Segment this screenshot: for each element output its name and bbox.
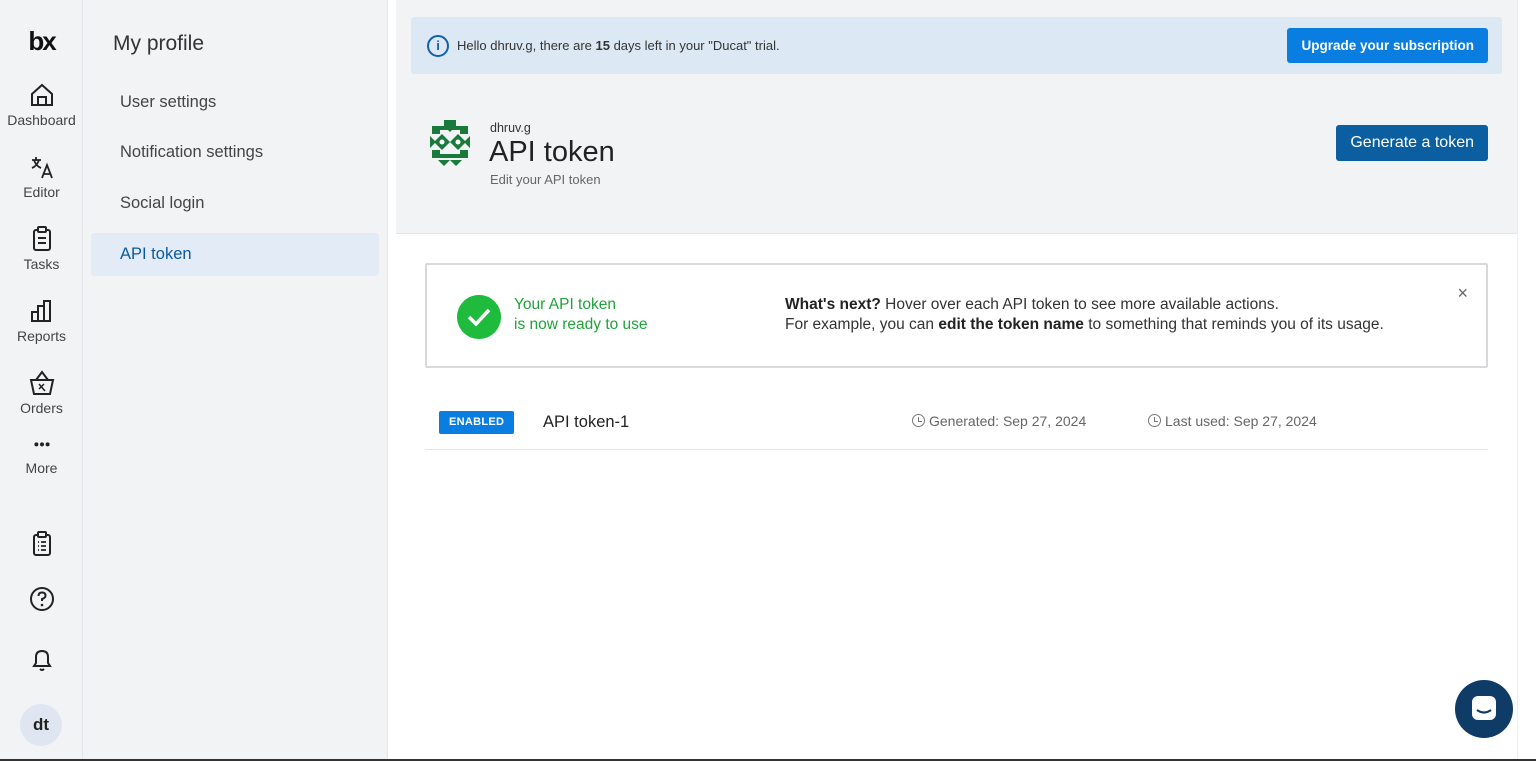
clock-icon [1148, 414, 1161, 427]
ready-message: Your API token is now ready to use [514, 295, 648, 335]
rail-item-reports[interactable]: Reports [0, 296, 83, 344]
clock-icon [912, 414, 925, 427]
sidebar-item-social-login[interactable]: Social login [91, 182, 379, 225]
trial-suffix: days left in your "Ducat" trial. [609, 38, 780, 53]
trial-days: 15 [595, 38, 610, 53]
upgrade-subscription-button[interactable]: Upgrade your subscription [1287, 28, 1488, 63]
rail-item-label: Reports [16, 328, 67, 344]
app-logo[interactable]: bx [0, 26, 83, 57]
sidebar-title: My profile [113, 32, 205, 55]
translate-icon [31, 157, 53, 179]
rail-item-label: More [25, 460, 58, 476]
ready-line-1: Your API token [514, 296, 616, 313]
home-icon [30, 83, 53, 106]
bell-icon [31, 649, 52, 671]
info-icon: i [427, 35, 449, 57]
rail-item-editor[interactable]: Editor [0, 152, 83, 200]
token-name[interactable]: API token-1 [543, 413, 629, 432]
page-subtitle: Edit your API token [490, 172, 601, 187]
rail-item-label: Orders [20, 400, 63, 416]
app-rail: bx Dashboard Editor Tasks Reports Orders… [0, 0, 83, 761]
generate-token-button[interactable]: Generate a token [1336, 125, 1488, 161]
chat-icon [1472, 696, 1496, 720]
table-row[interactable]: ENABLED API token-1 Generated: Sep 27, 2… [425, 400, 1488, 450]
example-prefix: For example, you can [785, 316, 939, 333]
ready-line-2: is now ready to use [514, 316, 648, 333]
whats-next-message: What's next? Hover over each API token t… [785, 295, 1384, 335]
profile-sidebar: My profile User settings Notification se… [83, 0, 388, 761]
rail-item-tasks[interactable]: Tasks [0, 224, 83, 272]
rail-item-label: Tasks [23, 256, 60, 272]
generated-date: Generated: Sep 27, 2024 [912, 413, 1086, 429]
token-ready-notice: Your API token is now ready to use What'… [425, 263, 1488, 368]
clipboard-icon [32, 226, 51, 251]
trial-message: Hello dhruv.g, there are 15 days left in… [457, 38, 780, 53]
main-content: i Hello dhruv.g, there are 15 days left … [396, 0, 1517, 761]
close-icon[interactable]: × [1457, 283, 1468, 304]
example-suffix: to something that reminds you of its usa… [1083, 316, 1384, 333]
rail-item-more[interactable]: More [0, 434, 83, 476]
dots-icon [33, 442, 50, 447]
header-band: i Hello dhruv.g, there are 15 days left … [396, 0, 1517, 234]
scrollbar[interactable] [1517, 0, 1536, 761]
notifications-button[interactable] [0, 644, 83, 679]
example-bold: edit the token name [938, 316, 1084, 333]
profile-username: dhruv.g [490, 121, 531, 135]
profile-avatar [430, 120, 470, 166]
trial-banner: i Hello dhruv.g, there are 15 days left … [411, 17, 1502, 74]
check-circle-icon [457, 295, 501, 339]
page-title: API token [489, 136, 615, 168]
whats-next-text: Hover over each API token to see more av… [880, 296, 1279, 313]
last-used-text: Last used: Sep 27, 2024 [1165, 413, 1317, 429]
checklist-icon [32, 531, 51, 556]
help-icon [29, 587, 54, 611]
trial-prefix: Hello dhruv.g, there are [457, 38, 596, 53]
rail-item-dashboard[interactable]: Dashboard [0, 80, 83, 128]
whats-next-heading: What's next? [785, 296, 881, 313]
status-badge: ENABLED [439, 411, 515, 434]
chat-launcher-button[interactable] [1455, 680, 1513, 738]
sidebar-item-user-settings[interactable]: User settings [91, 81, 379, 124]
bar-chart-icon [30, 300, 51, 322]
generated-text: Generated: Sep 27, 2024 [929, 413, 1087, 429]
last-used-date: Last used: Sep 27, 2024 [1148, 413, 1317, 429]
sidebar-item-api-token[interactable]: API token [91, 233, 379, 276]
user-avatar[interactable]: dt [20, 704, 62, 746]
rail-item-label: Dashboard [7, 112, 76, 128]
basket-icon [29, 370, 54, 395]
rail-item-orders[interactable]: Orders [0, 368, 83, 416]
checklist-button[interactable] [0, 529, 83, 564]
help-button[interactable] [0, 584, 83, 619]
sidebar-item-notification-settings[interactable]: Notification settings [91, 131, 379, 174]
rail-item-label: Editor [23, 184, 60, 200]
